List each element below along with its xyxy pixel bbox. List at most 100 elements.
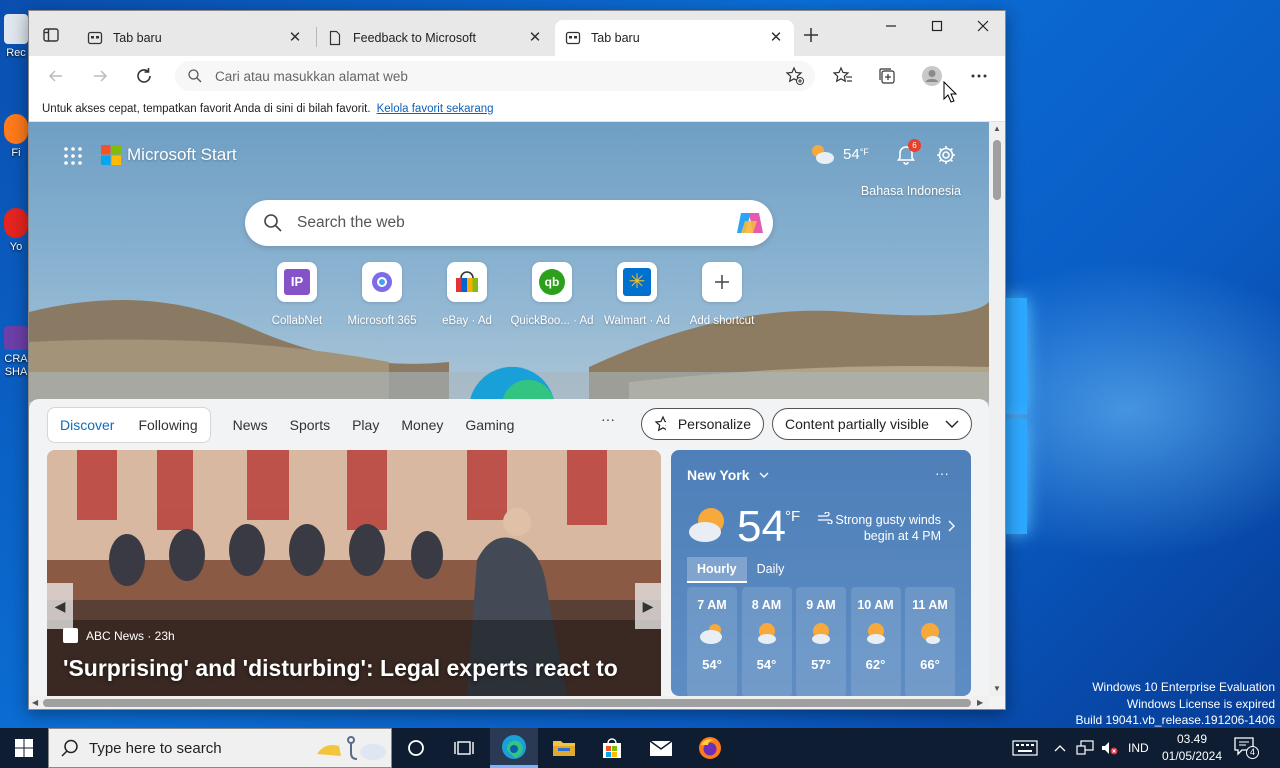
chevron-right-icon: ▶ xyxy=(642,597,654,614)
vertical-scrollbar[interactable]: ▲ ▼ xyxy=(989,122,1005,696)
feed-pivot-group: Discover Following xyxy=(47,407,211,443)
manage-favorites-link[interactable]: Kelola favorit sekarang xyxy=(377,103,494,115)
scrollbar-thumb[interactable] xyxy=(43,699,971,707)
chevron-left-icon: ◀ xyxy=(54,597,66,614)
taskbar-edge[interactable] xyxy=(490,728,538,768)
close-window-button[interactable] xyxy=(960,11,1005,41)
tab-news[interactable]: News xyxy=(233,417,268,433)
taskbar-store[interactable] xyxy=(588,728,636,768)
feed-nav: Discover Following News Sports Play Mone… xyxy=(47,407,514,443)
scroll-down-icon[interactable]: ▼ xyxy=(993,684,1001,693)
profile-button[interactable] xyxy=(921,65,943,87)
task-view-button[interactable] xyxy=(440,728,488,768)
collections-button[interactable] xyxy=(876,65,898,87)
tab-discover[interactable]: Discover xyxy=(60,417,114,433)
tab-new-1[interactable]: Tab baru ✕ xyxy=(77,20,313,56)
taskbar-mail[interactable] xyxy=(637,728,685,768)
microsoft-start-logo[interactable]: Microsoft Start xyxy=(101,145,237,165)
carousel-next-button[interactable]: ▶ xyxy=(635,583,661,629)
network-icon[interactable] xyxy=(1076,740,1094,756)
hero-news-card[interactable]: ◀ ▶ ABC News · 23h 'Surprising' and 'dis… xyxy=(47,450,661,696)
weather-alert[interactable]: Strong gusty winds begin at 4 PM xyxy=(817,512,941,544)
address-bar[interactable]: Cari atau masukkan alamat web xyxy=(175,61,815,91)
taskbar-search-box[interactable]: Type here to search xyxy=(48,728,392,768)
chevron-down-icon xyxy=(759,472,769,478)
new-tab-button[interactable] xyxy=(800,24,822,46)
desktop-icon-crash[interactable]: CRA SHA xyxy=(4,326,28,379)
tab-sports[interactable]: Sports xyxy=(290,417,330,433)
scroll-up-icon[interactable]: ▲ xyxy=(993,124,1001,133)
tab-play[interactable]: Play xyxy=(352,417,379,433)
hourly-item[interactable]: 11 AM 66° xyxy=(905,587,955,696)
favorites-button[interactable] xyxy=(832,65,854,87)
shortcut-quickbooks[interactable]: qb QuickBoo... · Ad xyxy=(504,262,600,327)
more-categories-button[interactable]: ··· xyxy=(601,411,615,427)
input-language[interactable]: IND xyxy=(1128,741,1149,755)
back-button[interactable] xyxy=(45,65,67,87)
hourly-item[interactable]: 7 AM 54° xyxy=(687,587,737,696)
taskbar-firefox[interactable] xyxy=(686,728,734,768)
chevron-up-icon[interactable] xyxy=(1054,744,1066,752)
favorites-icon xyxy=(832,66,852,83)
tab-daily[interactable]: Daily xyxy=(747,557,795,583)
page-settings-button[interactable] xyxy=(935,144,957,166)
tab-hourly[interactable]: Hourly xyxy=(687,557,747,583)
language-link[interactable]: Bahasa Indonesia xyxy=(861,184,961,198)
horizontal-scrollbar[interactable]: ◀ ▶ xyxy=(29,696,989,709)
shortcut-ebay[interactable]: eBay · Ad xyxy=(419,262,515,327)
tab-following[interactable]: Following xyxy=(138,417,197,433)
star-plus-icon xyxy=(785,66,804,85)
partly-sunny-icon xyxy=(757,623,776,644)
tab-gaming[interactable]: Gaming xyxy=(465,417,514,433)
web-search-box[interactable]: Search the web xyxy=(245,200,773,246)
apps-launcher-button[interactable] xyxy=(63,146,83,166)
content-visibility-dropdown[interactable]: Content partially visible xyxy=(772,408,972,440)
tab-feedback[interactable]: Feedback to Microsoft ✕ xyxy=(317,20,553,56)
weather-mini-button[interactable]: 54 °F xyxy=(809,142,869,166)
add-favorite-button[interactable] xyxy=(784,65,806,87)
maximize-button[interactable] xyxy=(914,11,960,41)
keyboard-icon[interactable] xyxy=(1012,739,1038,757)
scrollbar-thumb[interactable] xyxy=(993,140,1001,200)
tab-actions-icon[interactable] xyxy=(41,25,61,45)
desktop-icon-firefox[interactable]: Fi xyxy=(4,114,28,159)
hourly-item[interactable]: 10 AM 62° xyxy=(850,587,901,696)
close-icon[interactable]: ✕ xyxy=(287,30,303,46)
news-headline[interactable]: 'Surprising' and 'disturbing': Legal exp… xyxy=(63,655,618,682)
shortcut-collabnet[interactable]: IP CollabNet xyxy=(249,262,345,327)
refresh-icon xyxy=(137,68,151,83)
tab-money[interactable]: Money xyxy=(401,417,443,433)
settings-more-button[interactable] xyxy=(968,65,990,87)
personalize-button[interactable]: Personalize xyxy=(641,408,764,440)
volume-muted-icon[interactable] xyxy=(1100,740,1118,756)
shortcut-microsoft-365[interactable]: Microsoft 365 xyxy=(334,262,430,327)
scroll-left-icon[interactable]: ◀ xyxy=(32,698,38,707)
hourly-forecast: 7 AM 54° 8 AM 54° 9 AM 57° 10 AM 62° 11 … xyxy=(687,587,960,696)
hourly-item[interactable]: 8 AM 54° xyxy=(741,587,792,696)
shortcut-walmart[interactable]: ✳ Walmart · Ad xyxy=(589,262,685,327)
weather-more-button[interactable]: ··· xyxy=(935,465,949,481)
weather-location[interactable]: New York xyxy=(687,467,769,483)
weather-card[interactable]: New York ··· 54 °F Strong gusty winds be… xyxy=(671,450,971,696)
start-button[interactable] xyxy=(0,728,48,768)
refresh-button[interactable] xyxy=(133,65,155,87)
copilot-icon[interactable] xyxy=(735,209,765,237)
quickbooks-icon: qb xyxy=(532,262,572,302)
desktop-icon-youtube[interactable]: Yo xyxy=(4,208,28,253)
tab-new-active[interactable]: Tab baru ✕ xyxy=(555,20,794,56)
minimize-button[interactable] xyxy=(868,11,914,41)
forward-button[interactable] xyxy=(89,65,111,87)
hourly-item[interactable]: 9 AM 57° xyxy=(796,587,846,696)
cortana-button[interactable] xyxy=(392,728,440,768)
close-icon[interactable]: ✕ xyxy=(527,30,543,46)
browser-toolbar: Cari atau masukkan alamat web xyxy=(29,56,1005,96)
desktop-icon-recycle-bin[interactable]: Rec xyxy=(4,14,28,59)
shortcut-add[interactable]: Add shortcut xyxy=(674,262,770,327)
carousel-prev-button[interactable]: ◀ xyxy=(47,583,73,629)
taskbar-clock[interactable]: 03.49 01/05/2024 xyxy=(1160,731,1224,765)
scroll-right-icon[interactable]: ▶ xyxy=(977,698,983,707)
taskbar-file-explorer[interactable] xyxy=(540,728,588,768)
close-icon[interactable]: ✕ xyxy=(768,30,784,46)
action-center-button[interactable]: 4 xyxy=(1234,736,1260,760)
edge-icon xyxy=(502,734,526,759)
